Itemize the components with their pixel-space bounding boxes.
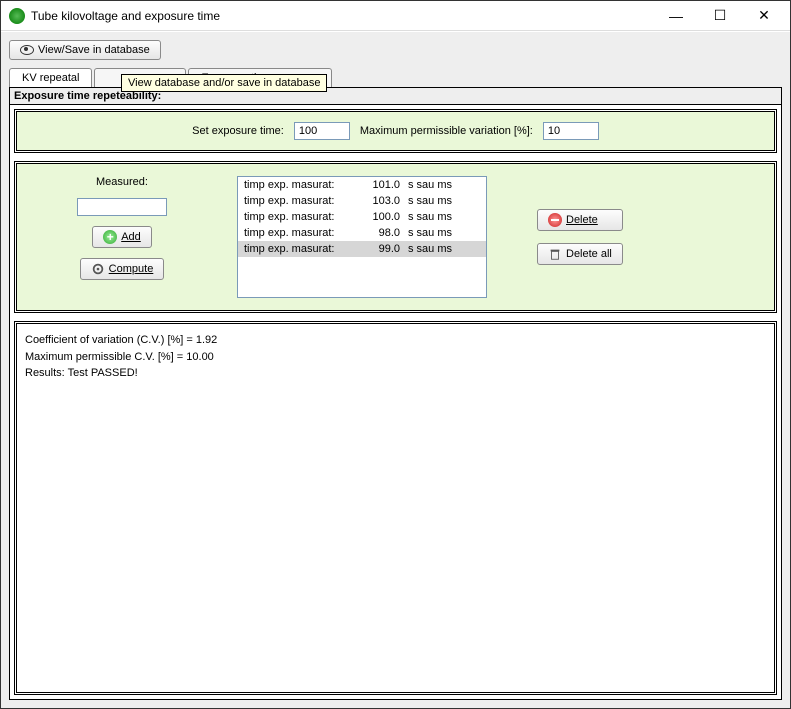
max-variation-input[interactable]: [543, 122, 599, 140]
list-item[interactable]: timp exp. masurat:101.0s sau ms: [238, 177, 486, 193]
list-item[interactable]: timp exp. masurat:98.0s sau ms: [238, 225, 486, 241]
add-label: Add: [121, 231, 141, 243]
results-box: Coefficient of variation (C.V.) [%] = 1.…: [14, 321, 777, 695]
result-line-status: Results: Test PASSED!: [25, 365, 766, 382]
measured-column: Measured: + Add Compute: [37, 176, 207, 298]
minus-icon: [548, 213, 562, 227]
delete-all-button[interactable]: Delete all: [537, 243, 623, 265]
list-item[interactable]: timp exp. masurat:100.0s sau ms: [238, 209, 486, 225]
titlebar: Tube kilovoltage and exposure time — ☐ ✕: [1, 1, 790, 31]
eye-icon: [20, 45, 34, 55]
delete-all-label: Delete all: [566, 248, 612, 260]
maximize-button[interactable]: ☐: [698, 2, 742, 30]
set-exposure-input[interactable]: [294, 122, 350, 140]
trash-icon: [548, 247, 562, 261]
delete-button[interactable]: Delete: [537, 209, 623, 231]
measurement-list[interactable]: timp exp. masurat:101.0s sau mstimp exp.…: [237, 176, 487, 298]
compute-label: Compute: [109, 263, 154, 275]
view-save-button[interactable]: View/Save in database: [9, 40, 161, 60]
tab-kv-repeatability[interactable]: KV repeatal: [9, 68, 92, 87]
delete-label: Delete: [566, 214, 598, 226]
set-exposure-label: Set exposure time:: [192, 125, 284, 137]
list-item[interactable]: timp exp. masurat:103.0s sau ms: [238, 193, 486, 209]
close-button[interactable]: ✕: [742, 2, 786, 30]
settings-box: Set exposure time: Maximum permissible v…: [14, 109, 777, 153]
result-line-max: Maximum permissible C.V. [%] = 10.00: [25, 349, 766, 366]
measurements-panel: Measured: + Add Compute timp exp. masura…: [17, 164, 774, 310]
app-window: Tube kilovoltage and exposure time — ☐ ✕…: [0, 0, 791, 709]
list-column: timp exp. masurat:101.0s sau mstimp exp.…: [237, 176, 487, 298]
measured-label: Measured:: [96, 176, 148, 188]
window-title: Tube kilovoltage and exposure time: [31, 9, 654, 23]
measurements-box: Measured: + Add Compute timp exp. masura…: [14, 161, 777, 313]
plus-icon: +: [103, 230, 117, 244]
measured-input[interactable]: [77, 198, 167, 216]
tooltip: View database and/or save in database: [121, 74, 327, 92]
app-icon: [9, 8, 25, 24]
view-save-label: View/Save in database: [38, 44, 150, 56]
gear-icon: [91, 262, 105, 276]
toolbar: View/Save in database View database and/…: [9, 36, 782, 64]
tab-panel: Exposure time repeteability: Set exposur…: [9, 87, 782, 700]
list-item[interactable]: timp exp. masurat:99.0s sau ms: [238, 241, 486, 257]
compute-button[interactable]: Compute: [80, 258, 165, 280]
add-button[interactable]: + Add: [92, 226, 152, 248]
settings-row: Set exposure time: Maximum permissible v…: [17, 112, 774, 150]
content-area: View/Save in database View database and/…: [1, 31, 790, 708]
max-variation-label: Maximum permissible variation [%]:: [360, 125, 533, 137]
delete-column: Delete Delete all: [517, 176, 623, 298]
minimize-button[interactable]: —: [654, 2, 698, 30]
result-line-cv: Coefficient of variation (C.V.) [%] = 1.…: [25, 332, 766, 349]
